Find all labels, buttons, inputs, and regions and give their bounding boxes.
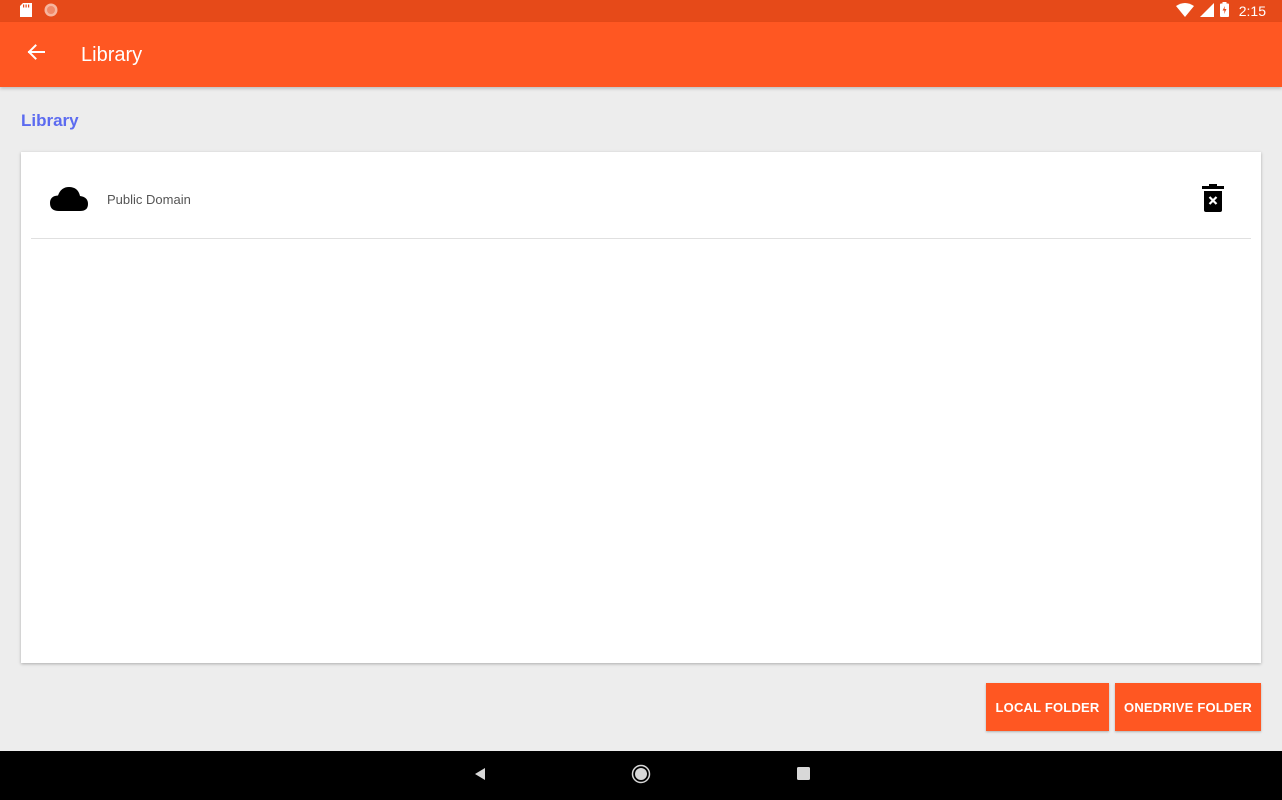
- app-bar: Library: [0, 22, 1282, 87]
- local-folder-button[interactable]: LOCAL FOLDER: [986, 683, 1109, 731]
- section-title: Library: [21, 111, 79, 130]
- back-button[interactable]: [18, 36, 54, 72]
- nav-recents-icon: [796, 767, 810, 785]
- page-title: Library: [81, 44, 143, 66]
- sd-card-icon: [20, 3, 32, 22]
- status-time: 2:15: [1238, 3, 1266, 19]
- nav-recents-button[interactable]: [790, 763, 816, 789]
- signal-icon: [1199, 2, 1214, 20]
- nav-back-button[interactable]: [467, 763, 493, 789]
- delete-icon: [1202, 183, 1224, 217]
- cloud-icon: [50, 185, 88, 213]
- nav-home-button[interactable]: [628, 763, 654, 789]
- wifi-icon: [1175, 2, 1194, 20]
- library-item-label: Public Domain: [107, 192, 191, 207]
- battery-charging-icon: [1219, 2, 1229, 20]
- delete-button[interactable]: [1196, 182, 1230, 218]
- arrow-back-icon: [27, 43, 45, 65]
- status-left-icons: [20, 3, 58, 22]
- navigation-bar: [0, 751, 1282, 800]
- library-list-card: Public Domain: [21, 152, 1261, 663]
- onedrive-folder-button[interactable]: ONEDRIVE FOLDER: [1115, 683, 1261, 731]
- status-bar: 2:15: [0, 0, 1282, 22]
- library-item-public-domain[interactable]: Public Domain: [31, 152, 1251, 239]
- notification-dot-icon: [44, 3, 58, 22]
- status-right-icons: 2:15: [1175, 2, 1266, 20]
- nav-home-icon: [631, 764, 651, 789]
- nav-back-icon: [473, 767, 487, 786]
